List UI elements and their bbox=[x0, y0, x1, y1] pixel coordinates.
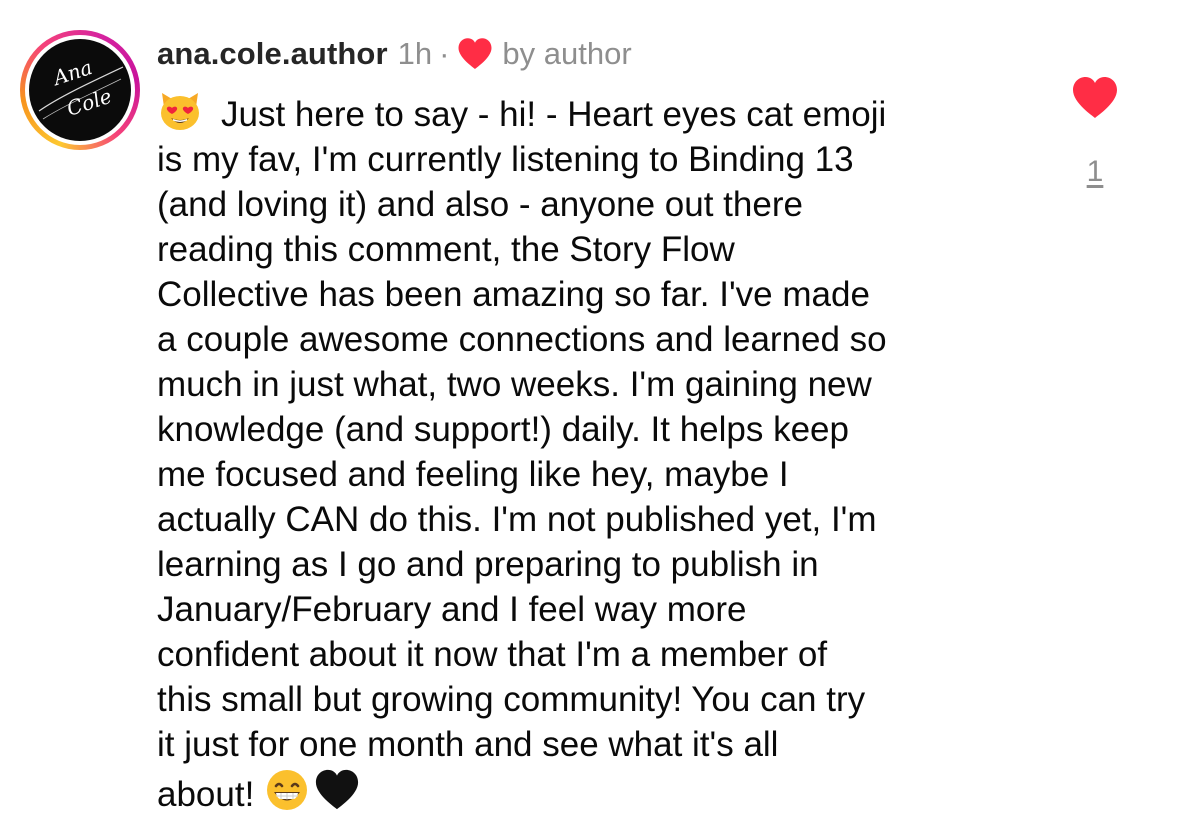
script-signature-logo-icon: Ana Cole bbox=[38, 55, 124, 121]
timestamp: 1h bbox=[397, 36, 433, 71]
comment-header: ana.cole.author 1h · by author bbox=[157, 30, 632, 78]
like-heart-icon[interactable] bbox=[1071, 76, 1119, 120]
black-heart-emoji bbox=[314, 767, 360, 813]
story-ring[interactable]: Ana Cole bbox=[20, 30, 140, 150]
logo-text-ana: Ana bbox=[49, 55, 96, 91]
comment-body: Just here to say - hi! - Heart eyes cat … bbox=[157, 87, 1027, 817]
grinning-face-emoji bbox=[264, 767, 310, 813]
separator-dot: · bbox=[439, 36, 450, 71]
liked-by-author-heart-icon bbox=[457, 37, 493, 71]
comment-text: Just here to say - hi! - Heart eyes cat … bbox=[157, 95, 887, 814]
logo-text-cole: Cole bbox=[64, 84, 115, 121]
comment-item: Ana Cole ana.cole.author 1h · by author … bbox=[0, 0, 1179, 823]
avatar[interactable]: Ana Cole bbox=[29, 39, 131, 141]
liked-by-author-label: by author bbox=[502, 36, 632, 71]
like-count[interactable]: 1 bbox=[1082, 155, 1108, 189]
heart-eyes-cat-emoji bbox=[157, 87, 203, 133]
username-link[interactable]: ana.cole.author bbox=[157, 36, 388, 72]
